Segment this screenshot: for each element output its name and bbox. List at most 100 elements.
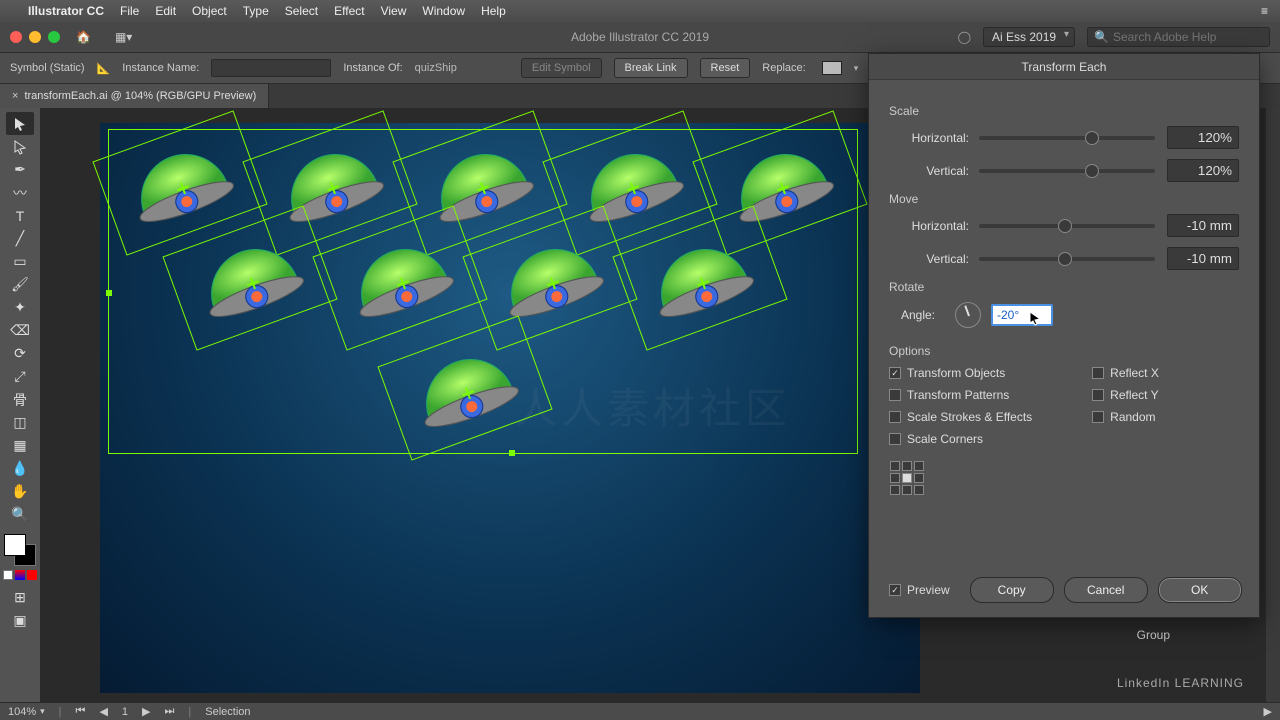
paintbrush-tool[interactable]: 🖌: [6, 273, 34, 296]
menu-help[interactable]: Help: [481, 4, 506, 18]
app-name[interactable]: Illustrator CC: [28, 4, 104, 18]
eraser-tool[interactable]: ⌫: [6, 319, 34, 342]
curvature-tool[interactable]: 〰: [6, 181, 34, 204]
scale-v-slider[interactable]: [979, 169, 1155, 173]
move-section-label: Move: [889, 192, 1239, 206]
cancel-button[interactable]: Cancel: [1064, 577, 1148, 603]
rectangle-tool[interactable]: ▭: [6, 250, 34, 273]
zoom-window-icon[interactable]: [48, 31, 60, 43]
scale-v-label: Vertical:: [889, 164, 969, 178]
menu-view[interactable]: View: [381, 4, 407, 18]
menu-edit[interactable]: Edit: [155, 4, 176, 18]
scale-corners-label: Scale Corners: [907, 432, 983, 446]
artboard-nav-next-icon[interactable]: ▶: [142, 705, 150, 718]
scale-h-slider[interactable]: [979, 136, 1155, 140]
mac-menubar: Illustrator CC File Edit Object Type Sel…: [0, 0, 1280, 22]
current-tool-label: Selection: [205, 706, 250, 718]
arrange-documents-icon[interactable]: ▦▾: [115, 30, 132, 44]
reference-point-grid[interactable]: [889, 460, 925, 496]
scale-v-input[interactable]: [1167, 159, 1239, 182]
move-h-slider[interactable]: [979, 224, 1155, 228]
rotate-section-label: Rotate: [889, 280, 1239, 294]
menu-window[interactable]: Window: [422, 4, 465, 18]
screen-mode-icon[interactable]: ⊞: [6, 586, 34, 609]
reset-button[interactable]: Reset: [700, 58, 751, 78]
artboard-nav-last-icon[interactable]: ⏭: [165, 705, 175, 718]
symbol-type-icon[interactable]: 📐: [97, 62, 111, 75]
rotate-tool[interactable]: ⟳: [6, 342, 34, 365]
selection-type-label: Group: [1137, 628, 1170, 642]
zoom-level[interactable]: 104% ▾: [8, 706, 45, 718]
right-dock-flyout[interactable]: [1266, 108, 1280, 702]
transform-each-dialog: Transform Each Scale Horizontal: Vertica…: [868, 53, 1260, 618]
menubar-extra-icon[interactable]: ≡: [1261, 4, 1268, 18]
close-window-icon[interactable]: [10, 31, 22, 43]
artboard: [100, 123, 920, 693]
move-v-slider[interactable]: [979, 257, 1155, 261]
ok-button[interactable]: OK: [1158, 577, 1242, 603]
change-screen-icon[interactable]: ▣: [6, 609, 34, 632]
angle-input[interactable]: [991, 304, 1053, 326]
document-tab-label: transformEach.ai @ 104% (RGB/GPU Preview…: [24, 90, 256, 102]
copy-button[interactable]: Copy: [970, 577, 1054, 603]
artboard-number[interactable]: 1: [122, 706, 128, 718]
scale-corners-checkbox[interactable]: Scale Corners: [889, 432, 1032, 446]
scale-section-label: Scale: [889, 104, 1239, 118]
help-search-input[interactable]: [1113, 30, 1263, 44]
instance-name-input[interactable]: [211, 59, 331, 77]
replace-label: Replace:: [762, 62, 805, 74]
pen-tool[interactable]: ✒: [6, 158, 34, 181]
shaper-tool[interactable]: ✦: [6, 296, 34, 319]
minimize-window-icon[interactable]: [29, 31, 41, 43]
width-tool[interactable]: ⾻: [6, 388, 34, 411]
angle-dial[interactable]: [955, 302, 981, 328]
move-h-input[interactable]: [1167, 214, 1239, 237]
reflect-x-checkbox[interactable]: Reflect X: [1092, 366, 1159, 380]
gradient-tool[interactable]: ▦: [6, 434, 34, 457]
artboard-nav-first-icon[interactable]: ⏮: [76, 705, 86, 718]
type-tool[interactable]: T: [6, 204, 34, 227]
workspace-switcher[interactable]: Ai Ess 2019: [983, 27, 1075, 47]
move-v-input[interactable]: [1167, 247, 1239, 270]
direct-selection-tool[interactable]: [6, 135, 34, 158]
preview-checkbox[interactable]: ✓Preview: [889, 583, 950, 597]
random-checkbox[interactable]: Random: [1092, 410, 1159, 424]
reflect-x-label: Reflect X: [1110, 366, 1159, 380]
help-search[interactable]: 🔍: [1087, 27, 1270, 47]
scroll-right-icon[interactable]: ▶: [1264, 705, 1272, 718]
menu-file[interactable]: File: [120, 4, 139, 18]
artboard-nav-prev-icon[interactable]: ◀: [99, 705, 107, 718]
document-tab[interactable]: × transformEach.ai @ 104% (RGB/GPU Previ…: [0, 84, 269, 108]
scale-h-label: Horizontal:: [889, 131, 969, 145]
scale-tool[interactable]: ⤢: [6, 365, 34, 388]
edit-symbol-button[interactable]: Edit Symbol: [521, 58, 602, 78]
menu-type[interactable]: Type: [243, 4, 269, 18]
selection-tool[interactable]: [6, 112, 34, 135]
options-section-label: Options: [889, 344, 1239, 358]
transform-patterns-label: Transform Patterns: [907, 388, 1009, 402]
scale-strokes-checkbox[interactable]: Scale Strokes & Effects: [889, 410, 1032, 424]
menu-object[interactable]: Object: [192, 4, 227, 18]
color-mode-icons[interactable]: [3, 570, 37, 580]
window-controls[interactable]: [10, 31, 60, 43]
gpu-preview-icon[interactable]: ◯: [958, 30, 971, 44]
random-label: Random: [1110, 410, 1155, 424]
hand-tool[interactable]: ✋: [6, 480, 34, 503]
tools-panel: ✒ 〰 T ╱ ▭ 🖌 ✦ ⌫ ⟳ ⤢ ⾻ ◫ ▦ 💧 ✋ 🔍 ⊞ ▣: [0, 108, 40, 702]
fill-stroke-swatch[interactable]: [4, 534, 36, 566]
instance-of-value: quizShip: [415, 62, 457, 74]
replace-swatch[interactable]: [822, 61, 842, 75]
zoom-tool[interactable]: 🔍: [6, 503, 34, 526]
menu-select[interactable]: Select: [285, 4, 318, 18]
scale-h-input[interactable]: [1167, 126, 1239, 149]
menu-effect[interactable]: Effect: [334, 4, 364, 18]
transform-patterns-checkbox[interactable]: Transform Patterns: [889, 388, 1032, 402]
transform-objects-checkbox[interactable]: ✓Transform Objects: [889, 366, 1032, 380]
reflect-y-checkbox[interactable]: Reflect Y: [1092, 388, 1159, 402]
close-tab-icon[interactable]: ×: [12, 90, 18, 102]
line-tool[interactable]: ╱: [6, 227, 34, 250]
break-link-button[interactable]: Break Link: [614, 58, 688, 78]
home-icon[interactable]: 🏠: [76, 30, 91, 44]
free-transform-tool[interactable]: ◫: [6, 411, 34, 434]
eyedropper-tool[interactable]: 💧: [6, 457, 34, 480]
